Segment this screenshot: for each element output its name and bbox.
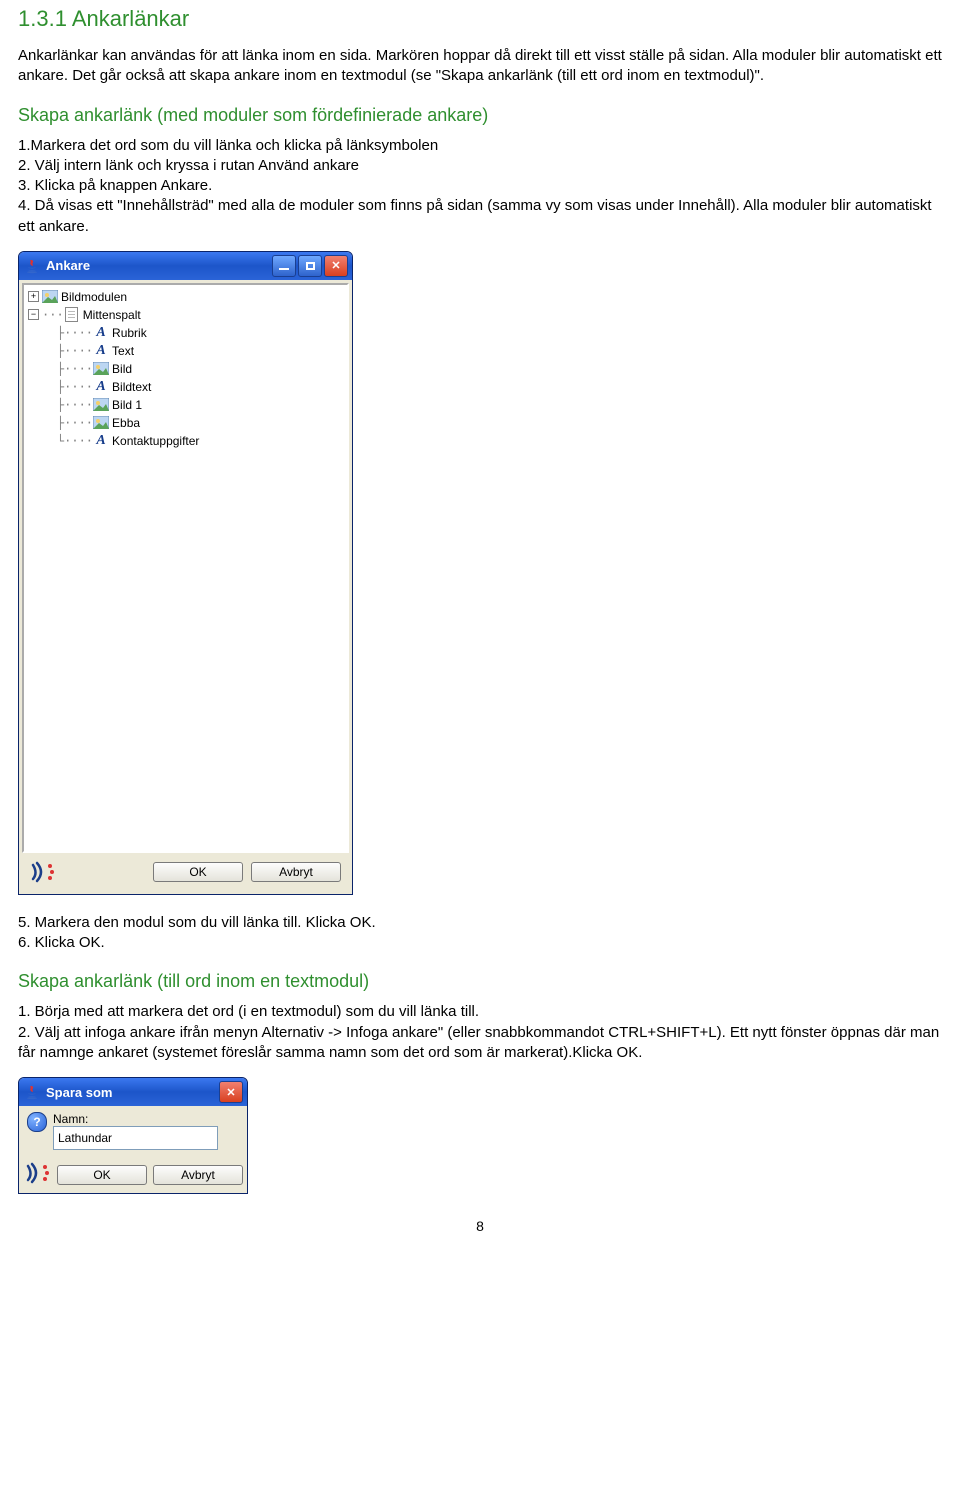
text-a-icon: A — [93, 380, 109, 394]
step-4: 4. Då visas ett "Innehållsträd" med alla… — [18, 196, 942, 237]
brand-icon — [30, 861, 56, 883]
name-label: Namn: — [53, 1112, 241, 1126]
subhead-1: Skapa ankarlänk (med moduler som fördefi… — [18, 105, 942, 126]
image-icon — [93, 416, 109, 430]
page-number: 8 — [18, 1218, 942, 1234]
tree-label: Rubrik — [112, 326, 147, 340]
tree-label: Kontaktuppgifter — [112, 434, 199, 448]
name-input[interactable] — [53, 1126, 218, 1150]
ankare-title: Ankare — [46, 258, 90, 273]
text-a-icon: A — [93, 434, 109, 448]
step-5: 5. Markera den modul som du vill länka t… — [18, 913, 942, 933]
expand-toggle-icon[interactable]: + — [28, 291, 39, 302]
step-2: 2. Välj intern länk och kryssa i rutan A… — [18, 156, 942, 176]
collapse-toggle-icon[interactable]: − — [28, 309, 39, 320]
step-1: 1.Markera det ord som du vill länka och … — [18, 136, 942, 156]
brand-icon — [25, 1162, 51, 1187]
tree-label: Bildtext — [112, 380, 151, 394]
save-as-title: Spara som — [46, 1085, 112, 1100]
ankare-titlebar[interactable]: Ankare ✕ — [19, 252, 352, 280]
java-icon — [25, 1084, 41, 1100]
section-heading: 1.3.1 Ankarlänkar — [18, 6, 942, 32]
tree-label: Ebba — [112, 416, 140, 430]
tree-label: Text — [112, 344, 134, 358]
tree-node-bildmodulen[interactable]: + Bildmodulen — [28, 288, 343, 306]
save-as-titlebar[interactable]: Spara som ✕ — [19, 1078, 247, 1106]
tree-node-mittenspalt[interactable]: − ··· Mittenspalt — [28, 306, 343, 324]
tree-node-text[interactable]: ├···· A Text — [28, 342, 343, 360]
cancel-button[interactable]: Avbryt — [153, 1165, 243, 1185]
text-a-icon: A — [93, 326, 109, 340]
step-6: 6. Klicka OK. — [18, 933, 942, 953]
image-module-icon — [42, 290, 58, 304]
save-as-dialog: Spara som ✕ ? Namn: — [18, 1077, 248, 1194]
tree-node-ebba[interactable]: ├···· Ebba — [28, 414, 343, 432]
tree-node-kontakt[interactable]: └···· A Kontaktuppgifter — [28, 432, 343, 450]
ankare-dialog: Ankare ✕ + Bildmodulen − — [18, 251, 353, 895]
instruction-list-2: 1. Börja med att markera det ord (i en t… — [18, 1002, 942, 1063]
tree-node-bildtext[interactable]: ├···· A Bildtext — [28, 378, 343, 396]
step2-1: 1. Börja med att markera det ord (i en t… — [18, 1002, 942, 1022]
step2-2: 2. Välj att infoga ankare ifrån menyn Al… — [18, 1023, 942, 1064]
tree-node-bild1[interactable]: ├···· Bild 1 — [28, 396, 343, 414]
intro-paragraph: Ankarlänkar kan användas för att länka i… — [18, 46, 942, 87]
java-icon — [25, 258, 41, 274]
tree-label: Bild — [112, 362, 132, 376]
ok-button[interactable]: OK — [153, 862, 243, 882]
page-icon — [64, 308, 80, 322]
image-icon — [93, 398, 109, 412]
image-icon — [93, 362, 109, 376]
step-3: 3. Klicka på knappen Ankare. — [18, 176, 942, 196]
instruction-list-1: 1.Markera det ord som du vill länka och … — [18, 136, 942, 237]
cancel-button[interactable]: Avbryt — [251, 862, 341, 882]
help-icon[interactable]: ? — [27, 1112, 47, 1132]
maximize-button[interactable] — [298, 255, 322, 277]
close-button[interactable]: ✕ — [219, 1081, 243, 1103]
instruction-list-1b: 5. Markera den modul som du vill länka t… — [18, 913, 942, 954]
text-a-icon: A — [93, 344, 109, 358]
subhead-2: Skapa ankarlänk (till ord inom en textmo… — [18, 971, 942, 992]
tree-label: Bildmodulen — [61, 290, 127, 304]
tree-node-rubrik[interactable]: ├···· A Rubrik — [28, 324, 343, 342]
tree-label: Bild 1 — [112, 398, 142, 412]
close-button[interactable]: ✕ — [324, 255, 348, 277]
tree-node-bild[interactable]: ├···· Bild — [28, 360, 343, 378]
minimize-button[interactable] — [272, 255, 296, 277]
anchor-tree[interactable]: + Bildmodulen − ··· Mittenspalt ├··· — [24, 285, 347, 851]
ok-button[interactable]: OK — [57, 1165, 147, 1185]
tree-label: Mittenspalt — [83, 308, 141, 322]
